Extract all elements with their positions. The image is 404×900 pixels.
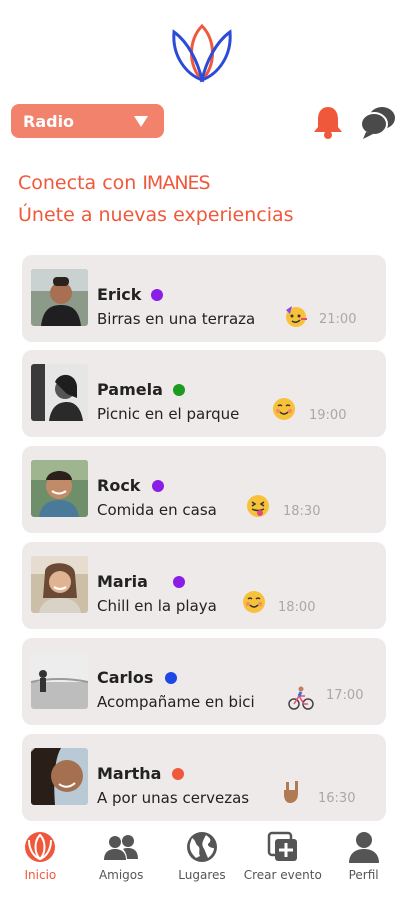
notification-bell-icon[interactable] bbox=[312, 104, 344, 140]
card-name: Pamela bbox=[97, 380, 163, 399]
card-name: Carlos bbox=[97, 668, 154, 687]
card-time: 17:00 bbox=[326, 688, 364, 703]
nav-label: Inicio bbox=[24, 868, 57, 882]
radio-dropdown-label: Radio bbox=[23, 111, 75, 131]
avatar bbox=[31, 269, 88, 326]
avatar bbox=[31, 748, 88, 805]
smiling-face-icon bbox=[242, 590, 266, 614]
avatar bbox=[31, 652, 88, 709]
card-time: 18:30 bbox=[283, 504, 321, 519]
chat-bubbles-icon[interactable] bbox=[360, 104, 396, 140]
event-card[interactable]: Rock Comida en casa 18:30 bbox=[22, 446, 386, 533]
chevron-down-icon bbox=[134, 115, 148, 127]
event-card[interactable]: Martha A por unas cervezas 16:30 bbox=[22, 734, 386, 821]
card-time: 21:00 bbox=[319, 312, 357, 327]
status-dot bbox=[173, 576, 185, 588]
subheadline: Únete a nuevas experiencias bbox=[18, 204, 294, 226]
event-card[interactable]: Pamela Picnic en el parque 19:00 bbox=[22, 350, 386, 437]
brand-name: IMANES bbox=[142, 172, 210, 194]
nav-label: Crear evento bbox=[243, 868, 322, 882]
card-time: 16:30 bbox=[318, 791, 356, 806]
party-face-icon bbox=[284, 304, 308, 328]
nav-item-inicio[interactable]: Inicio bbox=[1, 830, 79, 882]
card-name: Erick bbox=[97, 285, 142, 304]
nav-item-crear-evento[interactable]: Crear evento bbox=[244, 830, 322, 882]
avatar bbox=[31, 460, 88, 517]
smiling-face-icon bbox=[272, 397, 296, 421]
avatar bbox=[31, 364, 88, 421]
card-activity: Picnic en el parque bbox=[97, 405, 240, 423]
card-time: 18:00 bbox=[278, 600, 316, 615]
status-dot bbox=[165, 672, 177, 684]
card-time: 19:00 bbox=[309, 408, 347, 423]
home-logo-icon bbox=[22, 830, 58, 864]
profile-icon bbox=[346, 830, 382, 864]
friends-icon bbox=[103, 830, 139, 864]
card-activity: A por unas cervezas bbox=[97, 789, 250, 807]
card-name: Martha bbox=[97, 764, 162, 783]
card-activity: Chill en la playa bbox=[97, 597, 217, 615]
headline: Conecta con IMANES Únete a nuevas experie… bbox=[18, 167, 398, 231]
status-dot bbox=[172, 768, 184, 780]
event-card[interactable]: Maria Chill en la playa 18:00 bbox=[22, 542, 386, 629]
status-dot bbox=[173, 384, 185, 396]
nav-item-amigos[interactable]: Amigos bbox=[82, 830, 160, 882]
card-name: Rock bbox=[97, 476, 141, 495]
bottom-navigation: Inicio Amigos Lugares Crear evento Perfi… bbox=[0, 822, 404, 900]
nav-item-lugares[interactable]: Lugares bbox=[163, 830, 241, 882]
app-logo bbox=[168, 22, 236, 84]
status-dot bbox=[152, 480, 164, 492]
card-activity: Comida en casa bbox=[97, 501, 217, 519]
card-activity: Acompañame en bici bbox=[97, 693, 255, 711]
event-card[interactable]: Carlos Acompañame en bici 17:00 bbox=[22, 638, 386, 725]
rock-hand-icon bbox=[281, 778, 305, 803]
tongue-out-face-icon bbox=[246, 494, 270, 518]
radio-dropdown[interactable]: Radio bbox=[11, 104, 164, 138]
globe-icon bbox=[184, 830, 220, 864]
nav-label: Amigos bbox=[98, 868, 144, 882]
card-activity: Birras en una terraza bbox=[97, 310, 256, 328]
nav-label: Perfil bbox=[348, 868, 379, 882]
create-event-icon bbox=[265, 830, 301, 864]
card-name: Maria bbox=[97, 572, 148, 591]
nav-item-perfil[interactable]: Perfil bbox=[325, 830, 403, 882]
nav-label: Lugares bbox=[178, 868, 226, 882]
avatar bbox=[31, 556, 88, 613]
headline-prefix: Conecta con bbox=[18, 172, 137, 194]
cyclist-icon bbox=[288, 685, 314, 710]
event-card[interactable]: Erick Birras en una terraza 21:00 bbox=[22, 255, 386, 342]
status-dot bbox=[151, 289, 163, 301]
